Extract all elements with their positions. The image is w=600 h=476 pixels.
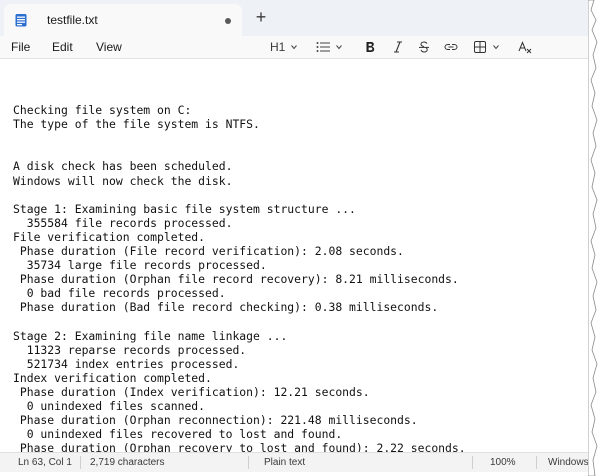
status-bar: Ln 63, Col 1 2,719 characters Plain text…: [0, 452, 588, 472]
chevron-down-icon: [291, 45, 298, 50]
table-icon: [474, 41, 486, 53]
tab-testfile[interactable]: testfile.txt: [4, 4, 242, 36]
text-line: Stage 1: Examining basic file system str…: [13, 201, 356, 216]
text-line: 0 bad file records processed.: [13, 286, 226, 301]
text-line: Phase duration (File record verification…: [13, 244, 404, 258]
zoom-level[interactable]: 100%: [490, 457, 516, 468]
menu-file[interactable]: File: [11, 40, 30, 54]
text-line: Stage 2: Examining file name linkage ...: [13, 328, 288, 343]
link-button[interactable]: [444, 39, 458, 55]
text-line: 0 unindexed files recovered to lost and …: [13, 427, 343, 442]
text-line: File verification completed.: [13, 229, 206, 244]
bold-button[interactable]: [364, 39, 376, 55]
status-divider: [472, 456, 473, 469]
heading-dropdown[interactable]: H1: [270, 39, 298, 55]
notepad-icon: [15, 14, 27, 27]
cursor-position[interactable]: Ln 63, Col 1: [18, 457, 72, 468]
list-dropdown[interactable]: [316, 39, 342, 55]
text-line: 0 unindexed files scanned.: [13, 399, 206, 414]
text-line: 11323 reparse records processed.: [13, 342, 247, 357]
text-line: 35734 large file records processed.: [13, 258, 267, 273]
text-line: A disk check has been scheduled.: [13, 159, 233, 174]
torn-edge: [588, 0, 598, 476]
status-divider: [80, 456, 81, 469]
text-line: Phase duration (Orphan reconnection): 22…: [13, 413, 418, 428]
text-line: Checking file system on C:: [13, 103, 192, 117]
notepad-window: testfile.txt + File Edit View H1 Checkin…: [0, 0, 589, 472]
menu-edit[interactable]: Edit: [52, 40, 73, 54]
status-divider: [248, 456, 249, 469]
menu-bar: File Edit View H1: [0, 36, 588, 58]
strikethrough-button[interactable]: [418, 39, 430, 55]
link-icon: [444, 44, 458, 50]
chevron-down-icon: [336, 45, 342, 50]
text-line: 521734 index entries processed.: [13, 356, 240, 371]
text-line: The type of the file system is NTFS.: [13, 117, 260, 132]
menu-view[interactable]: View: [96, 40, 122, 54]
table-dropdown[interactable]: [474, 39, 499, 55]
strikethrough-icon: [419, 41, 429, 53]
tab-bar: testfile.txt +: [0, 0, 588, 36]
bold-icon: [366, 42, 375, 52]
text-line: Windows will now check the disk.: [13, 173, 233, 188]
text-editor[interactable]: Checking file system on C: The type of th…: [0, 58, 588, 455]
text-line: Phase duration (Orphan file record recov…: [13, 272, 459, 287]
clear-formatting-button[interactable]: [518, 39, 532, 55]
text-format[interactable]: Plain text: [264, 457, 305, 468]
clear-formatting-icon: [518, 40, 532, 53]
heading-label: H1: [270, 40, 286, 54]
italic-icon: [394, 41, 402, 53]
text-line: 355584 file records processed.: [13, 215, 233, 230]
character-count: 2,719 characters: [90, 457, 165, 468]
status-divider: [536, 456, 537, 469]
line-ending[interactable]: Windows: [548, 457, 588, 468]
new-tab-button[interactable]: +: [252, 8, 270, 26]
chevron-down-icon: [493, 45, 499, 50]
list-icon: [316, 42, 330, 52]
text-line: Phase duration (Index verification): 12.…: [13, 385, 370, 399]
italic-button[interactable]: [392, 39, 404, 55]
tab-title: testfile.txt: [47, 13, 98, 27]
text-line: Phase duration (Bad file record checking…: [13, 300, 439, 315]
text-line: Index verification completed.: [13, 370, 212, 385]
unsaved-dot-icon[interactable]: [225, 18, 231, 24]
